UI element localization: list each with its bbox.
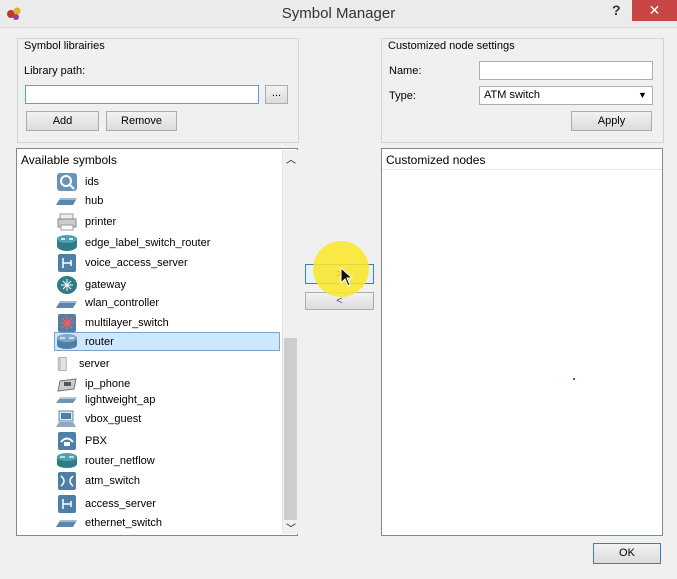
list-item-label: lightweight_ap — [85, 394, 156, 406]
stray-dot — [573, 378, 575, 380]
scroll-down-icon[interactable]: ﹀ — [286, 520, 296, 535]
pbx-icon — [58, 432, 76, 450]
router-icon — [57, 334, 77, 349]
list-item-label: printer — [85, 216, 117, 228]
mouse-cursor-icon — [340, 267, 354, 287]
list-item-label: multilayer_switch — [85, 317, 169, 329]
node-settings-label: Customized node settings — [388, 40, 515, 52]
list-item[interactable]: printer — [56, 212, 116, 232]
window-title: Symbol Manager — [281, 5, 396, 22]
header-divider — [382, 169, 662, 170]
customized-nodes-list[interactable]: Customized nodes — [381, 148, 663, 536]
ethernet-switch-icon — [56, 520, 77, 527]
edge-router-icon — [57, 235, 77, 251]
list-item[interactable]: gateway — [56, 275, 126, 295]
remove-library-button[interactable]: Remove — [106, 111, 177, 131]
type-select[interactable]: ATM switch ▼ — [479, 86, 653, 105]
library-path-input[interactable] — [25, 85, 259, 104]
list-item-label: router — [85, 336, 114, 348]
title-bar: Symbol Manager ? ✕ — [0, 0, 677, 28]
hub-icon — [56, 198, 77, 205]
list-item-label: server — [79, 358, 110, 370]
type-select-value: ATM switch — [484, 89, 541, 101]
list-item[interactable]: vbox_guest — [56, 409, 141, 429]
ok-button[interactable]: OK — [593, 543, 661, 564]
atm-switch-icon — [58, 472, 76, 490]
list-item[interactable]: ethernet_switch — [56, 513, 162, 533]
close-button[interactable]: ✕ — [632, 0, 677, 21]
list-item[interactable]: voice_access_server — [56, 253, 188, 273]
router-netflow-icon — [57, 453, 77, 468]
list-item-label: vbox_guest — [85, 413, 142, 425]
symbol-libraries-label: Symbol librairies — [24, 40, 105, 52]
list-item[interactable]: hub — [56, 191, 103, 211]
voice-access-server-icon — [58, 254, 76, 272]
list-item-label: hub — [85, 195, 104, 207]
list-item[interactable]: atm_switch — [56, 471, 140, 491]
list-item[interactable]: edge_label_switch_router — [56, 233, 210, 253]
apply-button[interactable]: Apply — [571, 111, 652, 131]
gateway-icon — [57, 276, 77, 294]
list-item[interactable]: PBX — [56, 431, 107, 451]
customized-nodes-header: Customized nodes — [386, 153, 486, 167]
available-symbols-header: Available symbols — [21, 153, 117, 167]
list-item[interactable]: wlan_controller — [56, 293, 159, 313]
help-button[interactable]: ? — [612, 2, 621, 18]
list-item[interactable]: lightweight_ap — [56, 390, 155, 410]
multilayer-switch-icon — [58, 314, 76, 332]
list-item-label: access_server — [85, 498, 156, 510]
browse-button[interactable]: ... — [265, 85, 288, 104]
list-item[interactable]: router_netflow — [56, 451, 155, 471]
printer-icon — [57, 213, 77, 231]
chevron-down-icon: ▼ — [638, 90, 647, 100]
list-item[interactable]: server — [56, 354, 110, 374]
type-label: Type: — [389, 90, 416, 102]
list-item-label: atm_switch — [85, 475, 141, 487]
list-item[interactable]: ids — [56, 172, 99, 192]
access-server-icon — [58, 495, 76, 513]
list-item-label: router_netflow — [85, 455, 155, 467]
list-item[interactable]: multilayer_switch — [56, 313, 169, 333]
add-library-button[interactable]: Add — [26, 111, 99, 131]
list-item[interactable]: access_server — [56, 494, 156, 514]
list-scrollbar[interactable]: ︿ ﹀ — [282, 150, 298, 535]
list-item-label: ids — [85, 176, 100, 188]
list-item-label: edge_label_switch_router — [85, 237, 211, 249]
ids-icon — [57, 173, 77, 191]
scrollbar-thumb[interactable] — [284, 338, 297, 520]
library-path-label: Library path: — [24, 65, 86, 77]
name-input[interactable] — [479, 61, 653, 80]
list-item-selected[interactable]: router — [56, 332, 114, 352]
vbox-guest-icon — [56, 410, 76, 427]
list-item-label: voice_access_server — [85, 257, 188, 269]
list-item-label: ip_phone — [85, 378, 131, 390]
list-item-label: wlan_controller — [85, 297, 159, 309]
name-label: Name: — [389, 65, 422, 77]
scroll-up-icon[interactable]: ︿ — [286, 151, 296, 166]
access-point-icon — [56, 397, 77, 403]
list-item-label: gateway — [85, 279, 126, 291]
server-icon — [57, 357, 67, 371]
wlan-controller-icon — [56, 301, 77, 308]
list-item-label: PBX — [85, 435, 108, 447]
list-item-label: ethernet_switch — [85, 517, 163, 529]
